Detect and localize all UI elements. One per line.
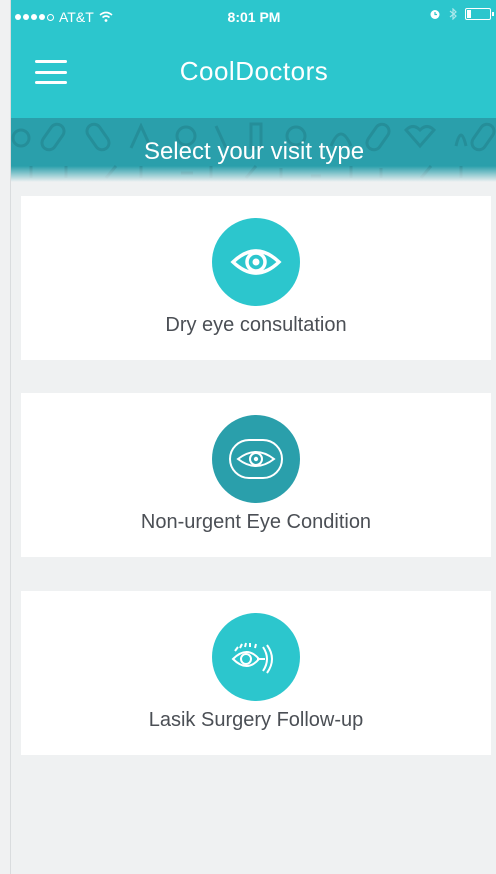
app-title: CoolDoctors — [179, 56, 329, 86]
alarm-icon — [430, 10, 440, 19]
visit-type-banner: Select your visit type — [11, 118, 496, 182]
eye-icon — [212, 218, 300, 306]
phone-screen: AT&T 8:01 PM CoolDoctors Select your vis… — [10, 0, 496, 874]
eye-icon — [212, 415, 300, 503]
status-bar: AT&T 8:01 PM — [11, 0, 496, 36]
status-right — [429, 8, 494, 20]
banner-title: Select your visit type — [143, 138, 365, 165]
battery-icon — [465, 8, 494, 20]
navbar: CoolDoctors — [11, 36, 496, 118]
visit-type-label: Lasik Surgery Follow-up — [148, 709, 364, 731]
bluetooth-icon — [449, 8, 457, 20]
app-header: AT&T 8:01 PM CoolDoctors — [11, 0, 496, 118]
visit-type-lasik[interactable]: Lasik Surgery Follow-up — [21, 591, 491, 755]
status-time: 8:01 PM — [227, 9, 281, 25]
eye-lens-icon — [212, 613, 300, 701]
visit-type-dry-eye[interactable]: Dry eye consultation — [21, 196, 491, 360]
visit-type-label: Non-urgent Eye Condition — [140, 511, 372, 533]
visit-type-label: Dry eye consultation — [165, 314, 347, 336]
visit-type-non-urgent[interactable]: Non-urgent Eye Condition — [21, 393, 491, 557]
